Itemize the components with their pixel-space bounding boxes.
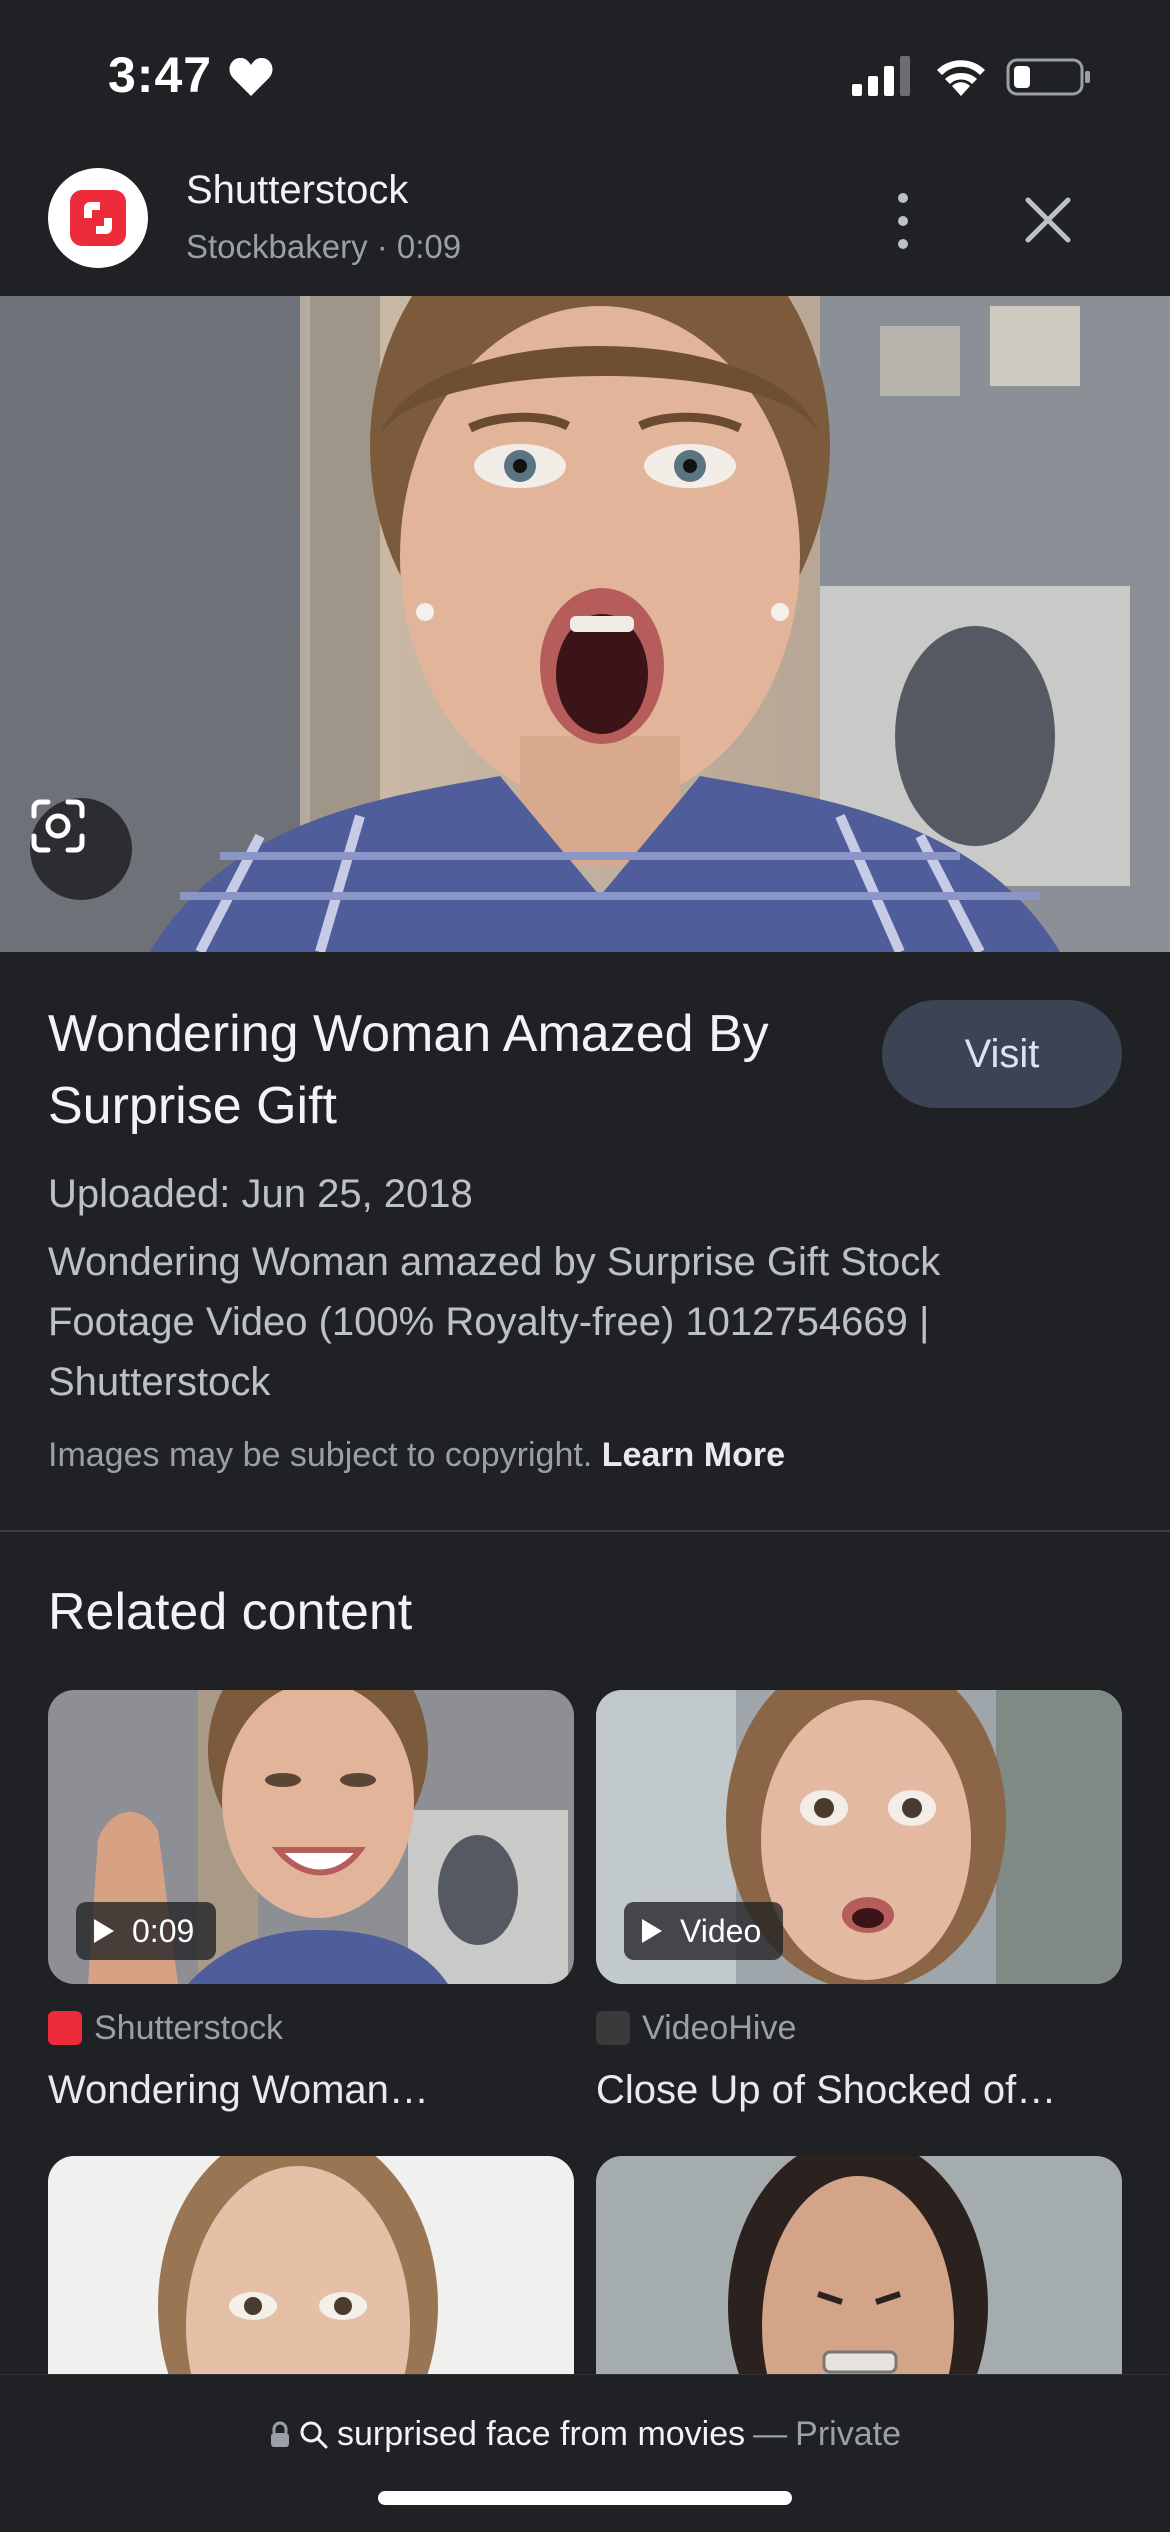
badge-label: 0:09	[132, 1912, 195, 1949]
lock-icon	[271, 2421, 290, 2447]
status-bar: 3:47	[0, 0, 1170, 150]
separator: —	[753, 2415, 788, 2453]
related-card[interactable]	[48, 2156, 574, 2376]
upload-date: Uploaded: Jun 25, 2018	[48, 1172, 473, 1216]
related-thumbnail[interactable]	[596, 2156, 1122, 2376]
wifi-icon	[937, 60, 985, 96]
related-thumbnail[interactable]: Video	[596, 1690, 1122, 1984]
close-icon[interactable]	[1020, 192, 1076, 248]
related-thumbnail[interactable]	[48, 2156, 574, 2376]
copyright-text: Images may be subject to copyright.	[48, 1436, 593, 1474]
play-icon	[94, 1919, 114, 1943]
shutterstock-icon	[84, 202, 112, 234]
play-icon	[642, 1919, 662, 1943]
source-subtitle: Stockbakery · 0:09	[186, 228, 462, 265]
source-name[interactable]: Shutterstock	[186, 168, 408, 213]
related-card[interactable]	[596, 2156, 1122, 2376]
badge-label: Video	[680, 1912, 762, 1949]
home-indicator[interactable]	[378, 2491, 792, 2505]
result-description: Wondering Woman amazed by Surprise Gift …	[48, 1240, 941, 1404]
related-card[interactable]: Video VideoHive Close Up of Shocked of…	[596, 1690, 1122, 2112]
visit-button[interactable]: Visit	[882, 1000, 1122, 1108]
status-time: 3:47	[108, 47, 213, 103]
card-source-name: VideoHive	[642, 2008, 797, 2047]
url-row[interactable]: surprised face from movies — Private	[0, 2415, 1170, 2454]
related-image	[48, 2156, 574, 2376]
duration-badge: 0:09	[76, 1902, 217, 1960]
card-title[interactable]: Wondering Woman…	[48, 2068, 574, 2113]
divider	[0, 1530, 1170, 1532]
search-icon	[300, 2421, 328, 2448]
related-thumbnail[interactable]: 0:09	[48, 1690, 574, 1984]
address-bar[interactable]: surprised face from movies — Private	[0, 2374, 1170, 2532]
related-card[interactable]: 0:09 Shutterstock Wondering Woman…	[48, 1690, 574, 2112]
private-mode-label: Private	[795, 2415, 901, 2453]
video-badge: Video	[624, 1902, 784, 1960]
lens-icon	[31, 799, 85, 853]
search-query[interactable]: surprised face from movies	[337, 2415, 745, 2454]
hero-video-preview[interactable]	[0, 296, 1170, 952]
signal-icon	[852, 56, 910, 96]
related-image	[596, 2156, 1122, 2376]
related-content-heading: Related content	[48, 1583, 413, 1641]
result-header: Shutterstock Stockbakery · 0:09	[0, 150, 1170, 296]
hero-image	[0, 296, 1170, 952]
card-source-name: Shutterstock	[94, 2008, 283, 2047]
lens-search-button[interactable]	[30, 798, 132, 900]
card-title[interactable]: Close Up of Shocked of…	[596, 2068, 1122, 2113]
card-source: Shutterstock	[48, 2008, 283, 2048]
shutterstock-favicon-icon	[48, 2011, 82, 2045]
battery-icon	[1006, 58, 1090, 96]
result-title: Wondering Woman Amazed By Surprise Gift	[48, 1005, 769, 1135]
card-source: VideoHive	[596, 2008, 796, 2048]
shutterstock-logo[interactable]	[48, 168, 148, 268]
more-options-icon[interactable]	[876, 186, 930, 256]
videohive-favicon-icon	[596, 2011, 630, 2045]
learn-more-link[interactable]: Learn More	[602, 1436, 785, 1474]
copyright-notice: Images may be subject to copyright. Lear…	[48, 1436, 785, 1475]
heart-icon	[229, 57, 273, 96]
